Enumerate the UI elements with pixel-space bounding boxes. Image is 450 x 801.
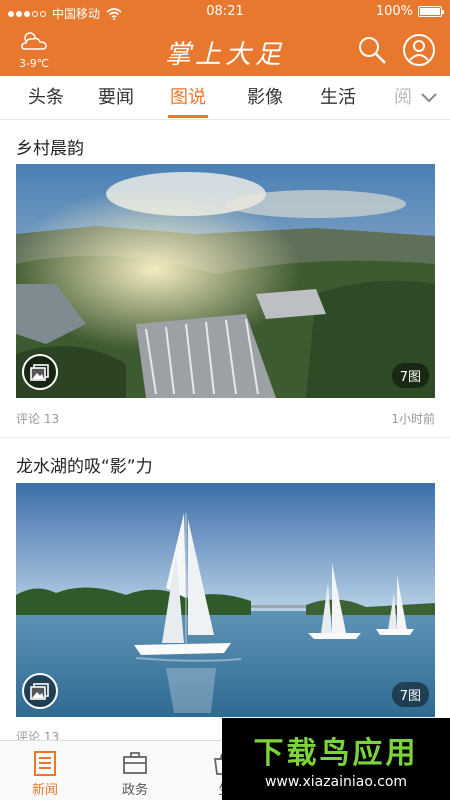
image-count-badge: 7图 (391, 363, 429, 388)
gallery-icon (22, 354, 58, 390)
user-profile-icon[interactable] (402, 33, 436, 67)
article-card[interactable]: 龙水湖的吸“影”力 7图 评论 13 (0, 438, 450, 744)
article-image[interactable]: 7图 (16, 164, 435, 398)
nav-news[interactable]: 新闻 (0, 741, 90, 801)
tab-picture-story[interactable]: 图说 (168, 76, 208, 120)
tab-news[interactable]: 要闻 (98, 76, 134, 120)
article-title: 乡村晨韵 (16, 139, 84, 159)
battery-percent: 100% (375, 4, 413, 19)
tab-life[interactable]: 生活 (320, 76, 356, 120)
chevron-down-icon (421, 93, 437, 103)
village-landscape-image (16, 164, 435, 398)
image-count-badge: 7图 (391, 682, 429, 707)
newspaper-icon (34, 751, 56, 776)
article-title: 龙水湖的吸“影”力 (16, 457, 153, 477)
status-right: 100% (375, 4, 444, 19)
article-meta: 评论 13 1小时前 (16, 410, 435, 427)
tab-headlines[interactable]: 头条 (28, 76, 64, 120)
comment-count: 评论 13 (16, 412, 60, 426)
gallery-icon (22, 673, 58, 709)
photo-stack-icon (30, 683, 49, 700)
publish-time: 1小时前 (391, 412, 435, 426)
watermark-title: 下载鸟应用 (253, 736, 419, 771)
expand-tabs-button[interactable] (418, 88, 440, 108)
photo-stack-icon (30, 364, 49, 381)
tab-reading[interactable]: 阅 (394, 76, 412, 120)
lake-sailboats-image (16, 483, 435, 717)
watermark-url: www.xiazainiao.com (264, 774, 408, 790)
briefcase-icon (123, 752, 147, 774)
article-image[interactable]: 7图 (16, 483, 435, 717)
battery-icon (418, 6, 444, 17)
nav-government[interactable]: 政务 (90, 741, 180, 801)
nav-label: 新闻 (31, 783, 58, 798)
watermark-overlay: 下载鸟应用 www.xiazainiao.com (222, 718, 450, 800)
nav-label: 政务 (121, 783, 148, 798)
app-header: 3-9℃ 掌上大足 (0, 24, 450, 76)
status-bar: 中国移动 08:21 100% (0, 0, 450, 24)
article-card[interactable]: 乡村晨韵 7图 评论 13 1小时前 (0, 120, 450, 438)
search-icon[interactable] (356, 34, 388, 66)
tab-images[interactable]: 影像 (247, 76, 283, 120)
category-tab-bar: 头条 要闻 图说 影像 生活 阅 (0, 76, 450, 120)
